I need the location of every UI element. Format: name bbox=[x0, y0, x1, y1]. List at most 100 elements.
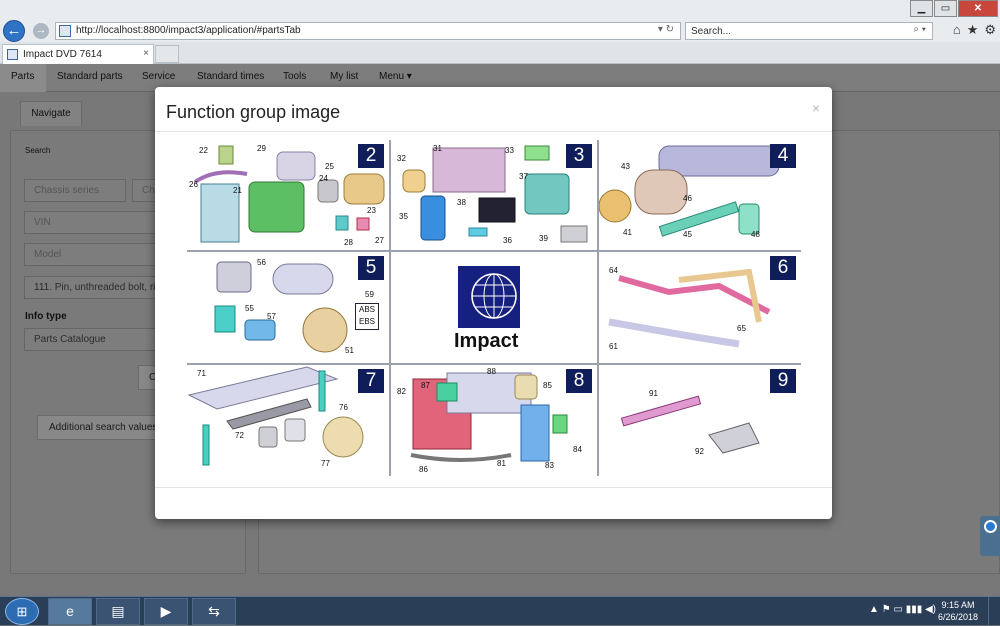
part-label: 71 bbox=[197, 369, 206, 378]
part-label: 76 bbox=[339, 403, 348, 412]
close-window-button[interactable]: ✕ bbox=[958, 0, 998, 17]
address-bar[interactable]: http://localhost:8800/impact3/applicatio… bbox=[55, 22, 681, 40]
browser-tools: ⌂ ★ ⚙ bbox=[953, 22, 996, 38]
forward-button[interactable]: → bbox=[33, 23, 49, 39]
part-label: 85 bbox=[543, 381, 552, 390]
taskbar-media[interactable]: ▶ bbox=[144, 598, 188, 625]
part-label: 25 bbox=[325, 162, 334, 171]
menu-standard-parts[interactable]: Standard parts bbox=[57, 71, 123, 82]
menu-menu-dropdown[interactable]: Menu ▾ bbox=[379, 71, 412, 82]
folder-icon: ▤ bbox=[111, 603, 125, 619]
part-label: 37 bbox=[519, 172, 528, 181]
function-group-modal: Function group image × 2 22 29 25 26 21 … bbox=[155, 87, 832, 519]
search-icon[interactable]: ⌕ ▾ bbox=[913, 24, 926, 35]
function-group-5[interactable]: 5 56 59 ABS EBS 55 57 51 bbox=[187, 252, 389, 362]
clock[interactable]: 9:15 AM 6/26/2018 bbox=[936, 599, 980, 623]
part-label: 56 bbox=[257, 258, 266, 267]
star-icon[interactable]: ★ bbox=[967, 22, 979, 38]
part-label: 39 bbox=[539, 234, 548, 243]
part-label: 83 bbox=[545, 461, 554, 470]
modal-divider bbox=[155, 131, 832, 132]
window-controls: ▁ ▭ ✕ bbox=[909, 0, 998, 17]
group-number: 3 bbox=[566, 144, 592, 168]
gear-icon[interactable]: ⚙ bbox=[984, 22, 996, 38]
modal-close-button[interactable]: × bbox=[812, 100, 820, 116]
refresh-icon[interactable]: ▾ ↻ bbox=[658, 24, 674, 35]
search-label: Search bbox=[25, 146, 51, 155]
group-number: 7 bbox=[358, 369, 384, 393]
maximize-button[interactable]: ▭ bbox=[934, 0, 957, 17]
part-label: 57 bbox=[267, 312, 276, 321]
ebs-text: EBS bbox=[358, 317, 375, 326]
part-label: 92 bbox=[695, 447, 704, 456]
browser-tab-impact[interactable]: Impact DVD 7614 × bbox=[2, 44, 154, 64]
globe-icon bbox=[458, 266, 520, 328]
url-text[interactable]: http://localhost:8800/impact3/applicatio… bbox=[76, 25, 301, 36]
back-button[interactable]: ← bbox=[3, 20, 25, 42]
part-label: 51 bbox=[345, 346, 354, 355]
taskbar-ie[interactable]: e bbox=[48, 598, 92, 625]
menu-parts[interactable]: Parts bbox=[0, 64, 46, 92]
part-label: 35 bbox=[399, 212, 408, 221]
browser-tabbar: Impact DVD 7614 × bbox=[0, 42, 1000, 64]
minimize-button[interactable]: ▁ bbox=[910, 0, 933, 17]
part-label: 45 bbox=[683, 230, 692, 239]
function-group-8[interactable]: 8 88 87 85 82 84 81 83 86 bbox=[391, 365, 597, 475]
teamviewer-icon: ⇆ bbox=[208, 603, 220, 619]
abs-ebs-badge: ABS EBS bbox=[355, 303, 379, 330]
search-placeholder[interactable]: Search... bbox=[691, 26, 731, 37]
part-label: 27 bbox=[375, 236, 384, 245]
group-number: 9 bbox=[770, 369, 796, 393]
new-tab-button[interactable] bbox=[155, 45, 179, 63]
windows-logo-icon: ⊞ bbox=[16, 604, 28, 619]
part-label: 88 bbox=[487, 367, 496, 376]
part-label: 28 bbox=[344, 238, 353, 247]
function-group-6[interactable]: 6 64 65 61 bbox=[599, 252, 801, 362]
taskbar-teamviewer[interactable]: ⇆ bbox=[192, 598, 236, 625]
show-desktop-button[interactable] bbox=[988, 597, 1000, 626]
menu-my-list[interactable]: My list bbox=[330, 71, 358, 82]
model-input[interactable]: Model bbox=[24, 243, 164, 266]
system-tray[interactable]: ▲ ⚑ ▭ ▮▮▮ ◀) bbox=[869, 604, 936, 615]
part-label: 36 bbox=[503, 236, 512, 245]
teamviewer-handle[interactable] bbox=[980, 516, 1000, 556]
part-label: 81 bbox=[497, 459, 506, 468]
browser-search-box[interactable]: Search... ⌕ ▾ bbox=[685, 22, 933, 40]
part-label: 43 bbox=[621, 162, 630, 171]
part-label: 29 bbox=[257, 144, 266, 153]
chassis-series-input[interactable]: Chassis series bbox=[24, 179, 126, 202]
info-type-select[interactable]: Parts Catalogue bbox=[24, 328, 164, 351]
part-label: 72 bbox=[235, 431, 244, 440]
tab-navigate[interactable]: Navigate bbox=[20, 101, 82, 126]
part-label: 77 bbox=[321, 459, 330, 468]
menu-service[interactable]: Service bbox=[142, 71, 175, 82]
part-search-input[interactable]: 111. Pin, unthreaded bolt, riv bbox=[24, 276, 164, 299]
start-button[interactable]: ⊞ bbox=[5, 598, 39, 625]
menu-standard-times[interactable]: Standard times bbox=[197, 71, 264, 82]
part-label: 32 bbox=[397, 154, 406, 163]
part-label: 24 bbox=[319, 174, 328, 183]
function-group-4[interactable]: 4 43 46 41 45 48 bbox=[598, 140, 801, 250]
part-label: 33 bbox=[505, 146, 514, 155]
impact-logo-text: Impact bbox=[454, 330, 519, 352]
close-tab-icon[interactable]: × bbox=[143, 48, 149, 59]
part-label: 46 bbox=[683, 194, 692, 203]
part-label: 91 bbox=[649, 389, 658, 398]
part-label: 55 bbox=[245, 304, 254, 313]
taskbar-explorer[interactable]: ▤ bbox=[96, 598, 140, 625]
arrow-right-icon: → bbox=[35, 24, 47, 36]
clock-date: 6/26/2018 bbox=[937, 612, 979, 622]
group-number: 5 bbox=[358, 256, 384, 280]
function-group-3[interactable]: 3 32 31 33 37 35 38 36 39 bbox=[391, 140, 597, 250]
tray-icons[interactable]: ▲ ⚑ ▭ ▮▮▮ ◀) bbox=[869, 604, 936, 615]
clock-time: 9:15 AM bbox=[941, 600, 975, 610]
vin-input[interactable]: VIN bbox=[24, 211, 164, 234]
function-group-7[interactable]: 7 71 76 72 77 bbox=[187, 365, 389, 475]
function-group-2[interactable]: 2 22 29 25 26 21 24 23 28 27 bbox=[187, 140, 389, 250]
menu-tools[interactable]: Tools bbox=[283, 71, 306, 82]
home-icon[interactable]: ⌂ bbox=[953, 22, 961, 38]
group-number: 8 bbox=[566, 369, 592, 393]
additional-search-values-button[interactable]: Additional search values bbox=[37, 415, 167, 440]
function-group-9[interactable]: 9 91 92 bbox=[599, 365, 801, 475]
part-label: 61 bbox=[609, 342, 618, 351]
